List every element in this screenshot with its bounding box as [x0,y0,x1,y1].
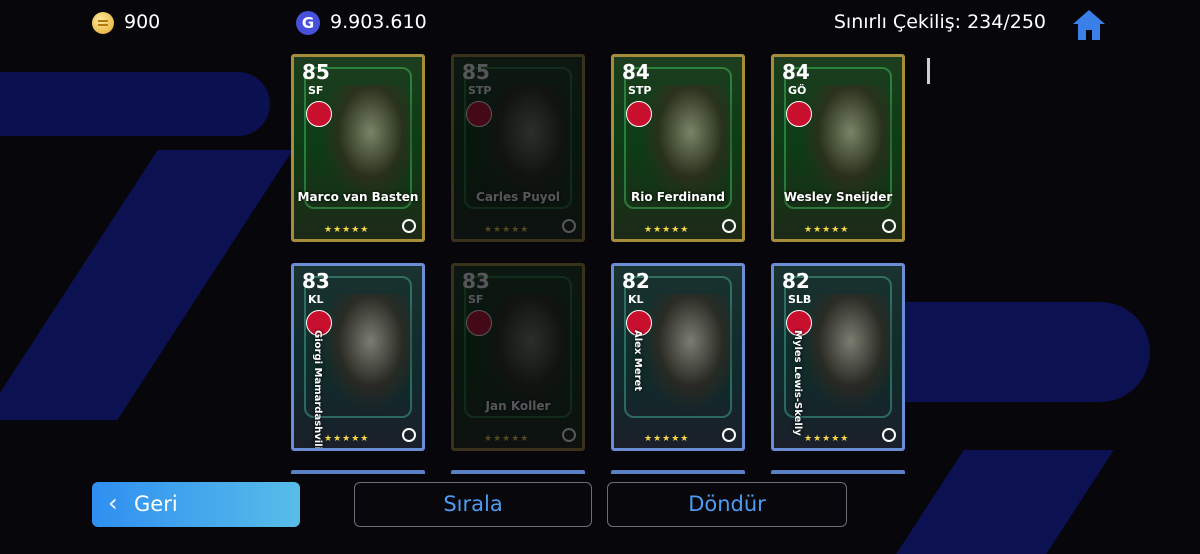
club-badge-icon [786,101,812,127]
player-rating: 83 [462,269,490,293]
star-rating: ★★★★★ [484,225,530,235]
club-badge-icon [626,101,652,127]
star-rating: ★★★★★ [644,434,690,444]
gp-balance: 9.903.610 [330,11,427,33]
player-card[interactable]: 85 STP Carles Puyol ★★★★★ [451,54,585,242]
star-rating: ★★★★★ [324,225,370,235]
efootball-logo-icon [722,219,736,233]
player-card[interactable]: 84 GÖ Wesley Sneijder ★★★★★ [771,54,905,242]
player-image [480,85,572,203]
club-badge-icon [466,101,492,127]
background-shape [0,72,270,136]
rotate-button[interactable]: Döndür [607,482,847,527]
efootball-logo-icon [402,428,416,442]
player-rating: 84 [782,60,810,84]
background-shape [0,150,293,420]
star-rating: ★★★★★ [804,225,850,235]
player-rating: 83 [302,269,330,293]
player-card[interactable]: 85 SF Marco van Basten ★★★★★ [291,54,425,242]
gp-icon: G [296,11,320,35]
player-position: SF [468,293,484,306]
player-name: Giorgi Mamardashvili [312,330,323,451]
back-button-label: Geri [134,492,178,516]
player-position: KL [628,293,644,306]
efootball-logo-icon [402,219,416,233]
player-rating: 85 [462,60,490,84]
player-card[interactable]: 82 SLB Myles Lewis-Skelly ★★★★★ [771,263,905,451]
star-rating: ★★★★★ [644,225,690,235]
player-card[interactable]: 83 KL Giorgi Mamardashvili ★★★★★ [291,263,425,451]
player-rating: 84 [622,60,650,84]
coin-balance: 900 [124,11,161,33]
player-image [640,85,732,203]
limited-draw-counter: Sınırlı Çekiliş: 234/250 [833,11,1046,33]
player-rating: 82 [622,269,650,293]
player-image [800,294,892,412]
player-card-partial[interactable] [451,470,585,474]
player-name: Alex Meret [632,330,643,392]
efootball-logo-icon [562,428,576,442]
background-shape [905,302,1150,402]
player-position: STP [468,84,492,97]
player-name: Myles Lewis-Skelly [792,330,803,436]
club-badge-icon [466,310,492,336]
player-card[interactable]: 84 STP Rio Ferdinand ★★★★★ [611,54,745,242]
player-name: Jan Koller [485,399,551,413]
star-rating: ★★★★★ [804,434,850,444]
coin-icon [92,12,114,34]
player-position: SF [308,84,324,97]
efootball-logo-icon [882,219,896,233]
player-image [320,85,412,203]
player-rating: 85 [302,60,330,84]
player-card-grid: 85 SF Marco van Basten ★★★★★ 85 STP Carles Puy… [291,54,911,474]
player-name: Marco van Basten [297,190,419,204]
star-rating: ★★★★★ [484,434,530,444]
player-card-partial[interactable] [291,470,425,474]
player-name: Rio Ferdinand [630,190,726,204]
club-badge-icon [306,101,332,127]
player-position: SLB [788,293,812,306]
player-position: KL [308,293,324,306]
player-card-partial[interactable] [611,470,745,474]
player-card-partial[interactable] [771,470,905,474]
scrollbar[interactable] [927,58,930,84]
back-button[interactable]: ‹ Geri [92,482,300,527]
chevron-left-icon: ‹ [108,489,118,517]
player-image [800,85,892,203]
sort-button[interactable]: Sırala [354,482,592,527]
efootball-logo-icon [882,428,896,442]
player-image [480,294,572,412]
player-name: Wesley Sneijder [783,190,893,204]
efootball-logo-icon [562,219,576,233]
home-icon[interactable] [1071,8,1107,42]
player-card[interactable]: 83 SF Jan Koller ★★★★★ [451,263,585,451]
player-position: STP [628,84,652,97]
background-shape [896,450,1114,554]
star-rating: ★★★★★ [324,434,370,444]
player-image [640,294,732,412]
efootball-logo-icon [722,428,736,442]
player-position: GÖ [788,84,807,97]
top-bar: 900 G 9.903.610 Sınırlı Çekiliş: 234/250 [0,0,1200,46]
player-image [320,294,412,412]
player-rating: 82 [782,269,810,293]
player-card[interactable]: 82 KL Alex Meret ★★★★★ [611,263,745,451]
player-name: Carles Puyol [476,190,560,204]
